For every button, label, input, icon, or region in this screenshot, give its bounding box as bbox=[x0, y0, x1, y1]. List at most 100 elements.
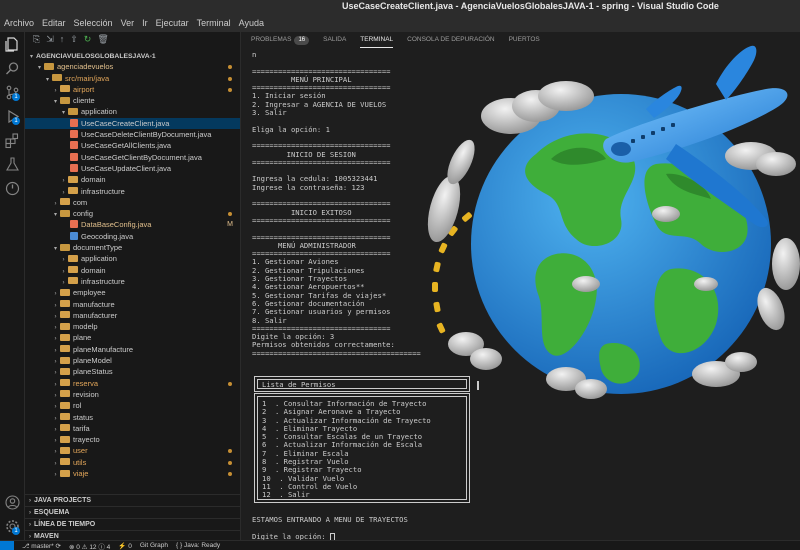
tree-folder[interactable]: › manufacturer bbox=[25, 310, 240, 321]
tree-folder[interactable]: › application bbox=[25, 253, 240, 264]
source-control-badge: 1 bbox=[12, 93, 20, 101]
tree-folder[interactable]: › domain bbox=[25, 265, 240, 276]
tree-folder[interactable]: › infrastructure bbox=[25, 186, 240, 197]
section-java-projects[interactable]: › JAVA PROJECTS bbox=[25, 494, 240, 505]
tree-folder[interactable]: › utils bbox=[25, 457, 240, 468]
collapse-icon[interactable]: ⇲ bbox=[46, 34, 54, 45]
problems-status[interactable]: ⊗ 0 ⚠ 12 ⓘ 4 bbox=[69, 541, 110, 550]
terminal-line: ================================ bbox=[252, 157, 391, 167]
tree-folder[interactable]: › planeManufacture bbox=[25, 344, 240, 355]
manage-gear-icon[interactable]: 1 bbox=[4, 518, 21, 535]
tree-folder[interactable]: › airport bbox=[25, 84, 240, 95]
menu-terminal[interactable]: Terminal bbox=[197, 18, 231, 28]
terminal-scroll-indicator[interactable] bbox=[477, 381, 479, 390]
accounts-icon[interactable] bbox=[4, 494, 21, 511]
menu-ejecutar[interactable]: Ejecutar bbox=[156, 18, 189, 28]
explorer-sidebar: ⎘ ⇲ ↑ ⇧ ↻ 🗑 ▾ AGENCIAVUELOSGLOBALESJAVA-1… bbox=[25, 32, 240, 540]
arrow-up-icon[interactable]: ↑ bbox=[60, 34, 65, 44]
status-bar: ⎇ master* ⟳ ⊗ 0 ⚠ 12 ⓘ 4 ⚡ 0 Git Graph {… bbox=[0, 540, 800, 550]
tree-folder[interactable]: › planeModel bbox=[25, 355, 240, 366]
source-control-icon[interactable]: 1 bbox=[4, 84, 21, 101]
terminal-line: 7. Gestionar usuarios y permisos bbox=[252, 307, 391, 317]
java-status[interactable]: { } Java: Ready bbox=[176, 542, 220, 549]
tree-file[interactable]: UseCaseUpdateClient.java bbox=[25, 163, 240, 174]
tree-folder[interactable]: › reserva bbox=[25, 378, 240, 389]
tree-folder[interactable]: ▾ config bbox=[25, 208, 240, 219]
tree-folder[interactable]: › viaje bbox=[25, 468, 240, 479]
tree-folder[interactable]: › com bbox=[25, 197, 240, 208]
explorer-icon[interactable] bbox=[4, 36, 21, 53]
testing-flask-icon[interactable] bbox=[4, 156, 21, 173]
tree-folder[interactable]: › modelp bbox=[25, 321, 240, 332]
search-icon[interactable] bbox=[4, 60, 21, 77]
terminal-output[interactable]: n ================================ MENÚ … bbox=[252, 50, 492, 358]
new-file-icon[interactable]: ⎘ bbox=[33, 34, 40, 45]
spring-boot-icon[interactable] bbox=[4, 180, 21, 197]
tab-terminal[interactable]: TERMINAL bbox=[360, 32, 394, 48]
tree-file[interactable]: Geocoding.java bbox=[25, 231, 240, 242]
menu-ir[interactable]: Ir bbox=[142, 18, 148, 28]
section-esquema[interactable]: › ESQUEMA bbox=[25, 506, 240, 517]
tab-salida[interactable]: SALIDA bbox=[323, 32, 346, 48]
tree-folder[interactable]: ▾ cliente bbox=[25, 95, 240, 106]
terminal-line: Eliga la opción: 1 bbox=[252, 124, 330, 134]
tree-file[interactable]: UseCaseGetClientByDocument.java bbox=[25, 152, 240, 163]
terminal-line: ================================ bbox=[252, 215, 391, 225]
tree-folder[interactable]: › tarifa bbox=[25, 423, 240, 434]
remote-indicator[interactable] bbox=[0, 540, 14, 550]
refresh-icon[interactable]: ↻ bbox=[84, 34, 92, 45]
terminal-line: ======================================= bbox=[252, 348, 421, 358]
run-badge: 1 bbox=[12, 117, 20, 125]
tree-folder[interactable]: › infrastructure bbox=[25, 276, 240, 287]
terminal-line: ESTAMOS ENTRANDO A MENU DE TRAYECTOS bbox=[252, 515, 408, 524]
menu-editar[interactable]: Editar bbox=[42, 18, 66, 28]
terminal-line: Ingrese la contraseña: 123 bbox=[252, 182, 365, 192]
terminal-prompt: Digite la opción: bbox=[252, 531, 330, 540]
ports-status[interactable]: ⚡ 0 bbox=[118, 542, 132, 550]
tree-folder[interactable]: › status bbox=[25, 412, 240, 423]
menu-archivo[interactable]: Archivo bbox=[4, 18, 34, 28]
terminal-line: n bbox=[252, 50, 257, 59]
permissions-box: Lista de Permisos 1 . Consultar Informac… bbox=[254, 376, 470, 503]
terminal-cursor bbox=[329, 532, 335, 540]
tree-file[interactable]: DataBaseConfig.java M bbox=[25, 219, 240, 230]
tree-folder[interactable]: › trayecto bbox=[25, 434, 240, 445]
extensions-icon[interactable] bbox=[4, 132, 21, 149]
section-maven[interactable]: › MAVEN bbox=[25, 530, 240, 540]
tree-folder[interactable]: › revision bbox=[25, 389, 240, 400]
tree-file[interactable]: UseCaseDeleteClientByDocument.java bbox=[25, 129, 240, 140]
menu-ver[interactable]: Ver bbox=[121, 18, 135, 28]
tree-folder[interactable]: › rol bbox=[25, 400, 240, 411]
branch-name: master* bbox=[31, 542, 54, 550]
tree-root[interactable]: ▾ AGENCIAVUELOSGLOBALESJAVA-1 bbox=[25, 50, 240, 61]
menu-seleccion[interactable]: Selección bbox=[74, 18, 113, 28]
tree-folder[interactable]: ▾ documentType bbox=[25, 242, 240, 253]
terminal-bottom-output[interactable]: ESTAMOS ENTRANDO A MENU DE TRAYECTOS Dig… bbox=[252, 515, 552, 540]
tree-folder[interactable]: ▾ src/main/java bbox=[25, 73, 240, 84]
tab-problemas[interactable]: PROBLEMAS 16 bbox=[251, 32, 310, 48]
tree-folder[interactable]: › domain bbox=[25, 174, 240, 185]
branch-status[interactable]: ⎇ master* ⟳ bbox=[22, 542, 61, 550]
permissions-header: Lista de Permisos bbox=[254, 376, 470, 392]
tree-file-selected[interactable]: UseCaseCreateClient.java bbox=[25, 117, 240, 130]
run-debug-icon[interactable]: 1 bbox=[4, 108, 21, 125]
permissions-title: Lista de Permisos bbox=[257, 379, 467, 389]
terminal-prompt-line[interactable]: Digite la opción: bbox=[252, 531, 552, 540]
tree-folder[interactable]: ▾ agenciadevuelos bbox=[25, 61, 240, 72]
menu-ayuda[interactable]: Ayuda bbox=[239, 18, 264, 28]
permission-item: 12 . Salir bbox=[262, 490, 310, 500]
tree-folder[interactable]: › user bbox=[25, 445, 240, 456]
tree-folder[interactable]: › employee bbox=[25, 287, 240, 298]
tree-file[interactable]: UseCaseGetAllClients.java bbox=[25, 140, 240, 151]
problems-count-badge: 16 bbox=[294, 36, 310, 45]
section-linea-de-tiempo[interactable]: › LÍNEA DE TIEMPO bbox=[25, 518, 240, 529]
git-graph-status[interactable]: Git Graph bbox=[140, 542, 168, 549]
tree-folder[interactable]: ▾ application bbox=[25, 106, 240, 117]
upload-icon[interactable]: ⇧ bbox=[70, 34, 78, 45]
delete-icon[interactable]: 🗑 bbox=[97, 34, 108, 45]
tree-folder[interactable]: › manufacture bbox=[25, 299, 240, 310]
tree-folder[interactable]: › planeStatus bbox=[25, 366, 240, 377]
tree-folder[interactable]: › plane bbox=[25, 332, 240, 343]
file-tree: ▾ AGENCIAVUELOSGLOBALESJAVA-1 ▾ agenciadev… bbox=[25, 50, 240, 479]
explorer-toolbar: ⎘ ⇲ ↑ ⇧ ↻ 🗑 bbox=[25, 32, 240, 46]
